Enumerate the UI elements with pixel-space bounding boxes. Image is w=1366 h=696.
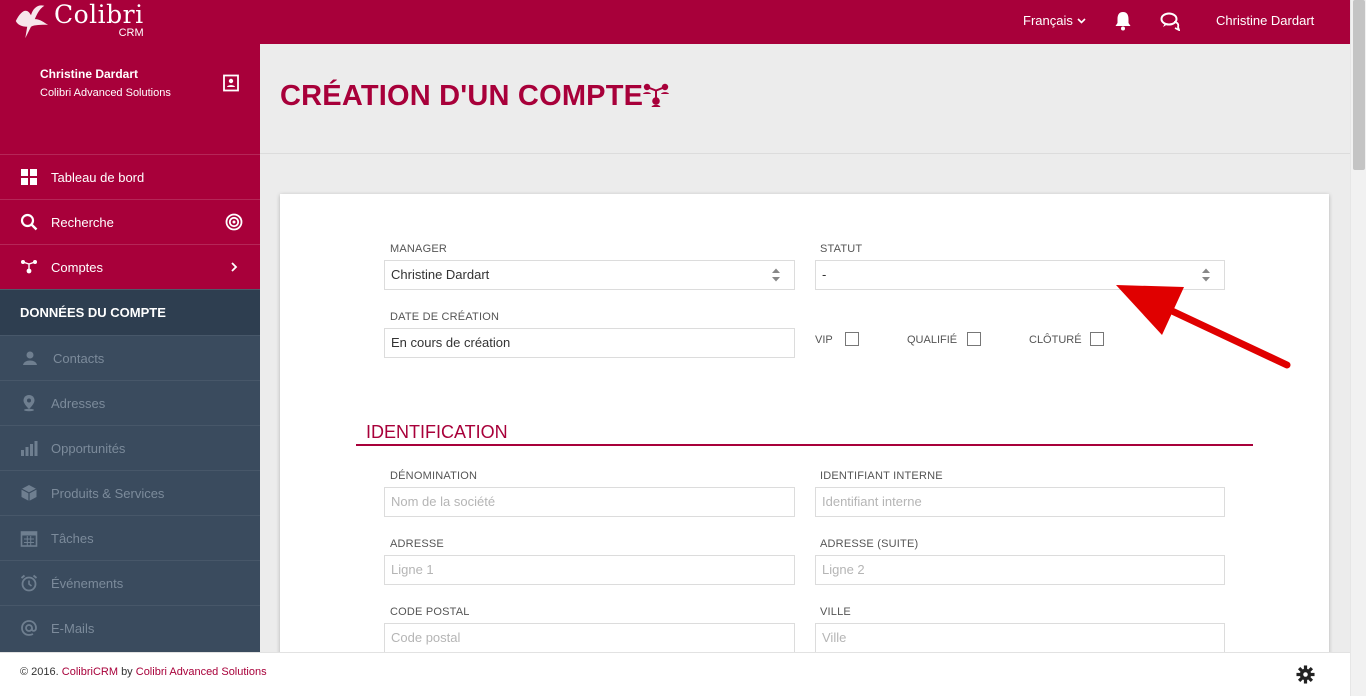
sidebar-item-label: E-Mails [51,620,95,636]
colibricrm-link[interactable]: ColibriCRM [62,666,118,678]
sidebar: Christine Dardart Colibri Advanced Solut… [0,44,260,652]
accounts-icon [21,260,37,274]
cube-icon [21,485,37,501]
copyright-text: © 2016. [20,666,59,678]
footer-by-text: by [121,666,133,678]
contact-icon [23,351,37,365]
manager-label: MANAGER [390,243,448,255]
chat-bubbles-icon[interactable] [1160,11,1180,31]
sidebar-item-label: Tâches [51,530,94,546]
bell-icon[interactable] [1114,11,1132,31]
annotation-arrow-icon [1116,285,1291,369]
sidebar-item-adresses[interactable]: Adresses [0,380,260,425]
manager-value: Christine Dardart [391,267,490,282]
sidebar-item-taches[interactable]: Tâches [0,515,260,560]
sidebar-item-label: Comptes [51,259,104,275]
sidebar-item-tableau-de-bord[interactable]: Tableau de bord [0,154,260,199]
chevron-down-icon [1077,17,1086,24]
vip-checkbox[interactable] [845,332,859,346]
app-logo[interactable]: Colibri CRM [12,2,144,40]
adresse-suite-label: ADRESSE (SUITE) [820,538,919,550]
page-scrollbar[interactable] [1350,0,1366,696]
sidebar-section-label: DONNÉES DU COMPTE [20,305,166,320]
identifiant-interne-input[interactable]: Identifiant interne [815,487,1225,517]
language-label: Français [1023,13,1073,28]
adresse-suite-input[interactable]: Ligne 2 [815,555,1225,585]
adresse-label: ADRESSE [390,538,444,550]
qualifie-checkbox[interactable] [967,332,981,346]
vip-label: VIP [815,334,833,346]
ville-input[interactable]: Ville [815,623,1225,653]
chevron-right-icon [231,262,238,272]
search-icon [20,213,38,231]
profile-company: Colibri Advanced Solutions [40,87,171,99]
user-menu[interactable]: Christine Dardart [1216,13,1314,28]
sidebar-item-label: Tableau de bord [51,169,145,185]
sidebar-item-label: Produits & Services [51,485,165,501]
code-postal-label: CODE POSTAL [390,606,470,618]
sidebar-section-header: DONNÉES DU COMPTE [0,289,260,335]
code-postal-input[interactable]: Code postal [384,623,795,653]
adresse-input[interactable]: Ligne 1 [384,555,795,585]
sidebar-item-recherche[interactable]: Recherche [0,199,260,244]
sidebar-item-label: Opportunités [51,440,126,456]
sidebar-item-contacts[interactable]: Contacts [0,335,260,380]
sidebar-item-label: Recherche [51,214,114,230]
account-form-panel: MANAGER Christine Dardart STATUT - DATE … [280,194,1329,664]
ville-label: VILLE [820,606,851,618]
calendar-icon [20,531,38,547]
at-icon [21,620,37,636]
hummingbird-logo-icon [15,5,49,39]
identification-section-title: IDENTIFICATION [366,422,508,442]
sidebar-item-opportunites[interactable]: Opportunités [0,425,260,470]
logo-title: Colibri [54,0,144,29]
sidebar-profile: Christine Dardart Colibri Advanced Solut… [0,44,260,154]
denomination-input[interactable]: Nom de la société [384,487,795,517]
date-creation-label: DATE DE CRÉATION [390,311,500,323]
identifiant-interne-label: IDENTIFIANT INTERNE [820,470,943,482]
top-navbar: Colibri CRM Français Christine Dardart [0,0,1350,44]
colibri-advanced-solutions-link[interactable]: Colibri Advanced Solutions [136,666,267,678]
footer: © 2016. ColibriCRM by Colibri Advanced S… [0,652,1350,696]
bar-chart-icon [21,441,38,456]
grid-icon [21,169,37,185]
page-header: CRÉATION D'UN COMPTE [260,44,1350,154]
sidebar-item-evenements[interactable]: Événements [0,560,260,605]
qualifie-label: QUALIFIÉ [907,334,958,346]
language-dropdown[interactable]: Français [1023,13,1086,28]
page-title: CRÉATION D'UN COMPTE [280,80,644,112]
sidebar-item-emails[interactable]: E-Mails [0,605,260,650]
map-pin-icon [23,395,35,412]
scrollbar-thumb[interactable] [1353,0,1365,170]
sidebar-item-label: Contacts [53,350,105,366]
contact-card-icon[interactable] [222,74,240,92]
date-creation-field[interactable]: En cours de création [384,328,795,358]
profile-name: Christine Dardart [40,67,139,81]
select-arrows-icon [772,268,780,282]
denomination-label: DÉNOMINATION [390,470,478,482]
manager-select[interactable]: Christine Dardart [384,260,795,290]
cloture-label: CLÔTURÉ [1029,334,1082,346]
sidebar-item-label: Événements [51,575,124,591]
statut-label: STATUT [820,243,863,255]
sidebar-item-label: Adresses [51,395,106,411]
footer-copyright: © 2016. ColibriCRM by Colibri Advanced S… [20,666,267,678]
section-divider [356,444,1253,446]
sidebar-item-produits-services[interactable]: Produits & Services [0,470,260,515]
sidebar-item-comptes[interactable]: Comptes [0,244,260,289]
statut-value: - [822,267,827,282]
logo-subtitle: CRM [118,27,144,39]
accounts-icon [643,83,669,107]
gear-icon[interactable] [1296,665,1315,684]
target-icon[interactable] [225,213,243,231]
alarm-clock-icon [20,574,38,592]
